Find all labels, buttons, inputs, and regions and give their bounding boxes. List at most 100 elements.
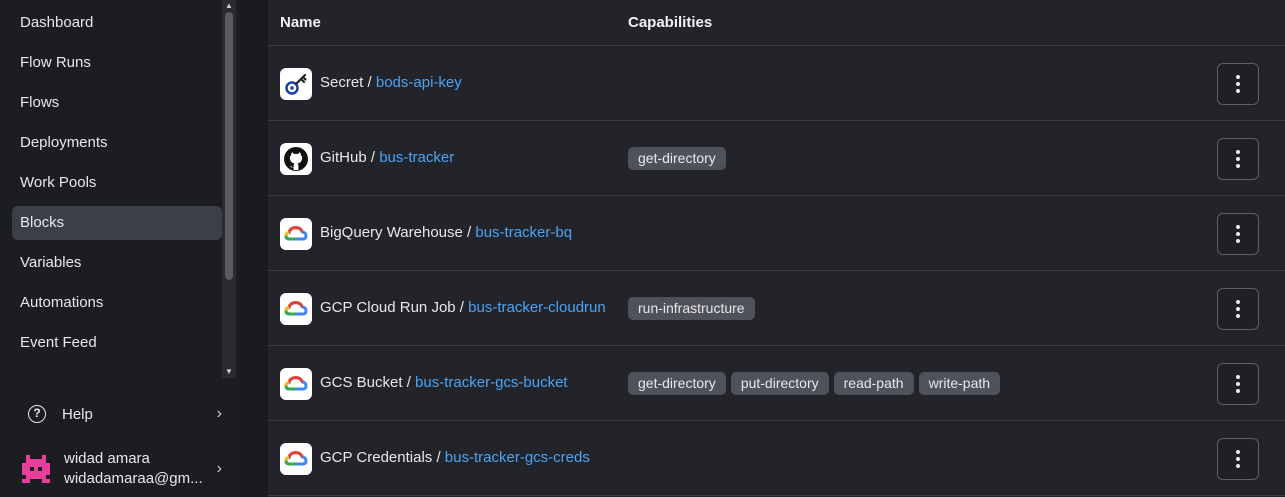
sidebar-item-automations[interactable]: Automations bbox=[12, 286, 222, 320]
google-cloud-icon bbox=[280, 443, 312, 475]
separator: / bbox=[432, 449, 445, 466]
capabilities-list: get-directory put-directory read-path write… bbox=[628, 372, 1001, 395]
chevron-right-icon: › bbox=[216, 460, 222, 477]
scroll-down-arrow-icon[interactable]: ▼ bbox=[222, 366, 236, 378]
block-name: GCP Cloud Run Job / bus-tracker-cloudrun bbox=[320, 299, 606, 316]
sidebar-nav: Dashboard Flow Runs Flows Deployments Work P… bbox=[0, 6, 222, 366]
block-link[interactable]: bus-tracker-gcs-bucket bbox=[415, 374, 568, 391]
sidebar-item-event-feed[interactable]: Event Feed bbox=[12, 326, 222, 360]
row-actions-button[interactable] bbox=[1217, 288, 1259, 330]
block-type: GCP Credentials bbox=[320, 449, 433, 466]
block-name: BigQuery Warehouse / bus-tracker-bq bbox=[320, 224, 572, 241]
kebab-dot-icon bbox=[1236, 314, 1240, 318]
block-link[interactable]: bods-api-key bbox=[376, 74, 462, 91]
kebab-dot-icon bbox=[1236, 82, 1240, 86]
github-icon bbox=[280, 143, 312, 175]
user-email: widadamaraa@gm... bbox=[64, 470, 203, 487]
sidebar-item-blocks[interactable]: Blocks bbox=[12, 206, 222, 240]
user-name: widad amara bbox=[64, 450, 150, 467]
kebab-dot-icon bbox=[1236, 150, 1240, 154]
google-cloud-icon bbox=[280, 368, 312, 400]
google-cloud-icon bbox=[280, 293, 312, 325]
capabilities-list: run-infrastructure bbox=[628, 297, 755, 320]
sidebar-item-flow-runs[interactable]: Flow Runs bbox=[12, 46, 222, 80]
table-row: GCP Cloud Run Job / bus-tracker-cloudrun… bbox=[268, 271, 1285, 346]
google-cloud-icon bbox=[280, 218, 312, 250]
block-link[interactable]: bus-tracker bbox=[379, 149, 454, 166]
sidebar: Dashboard Flow Runs Flows Deployments Work P… bbox=[0, 0, 238, 497]
help-menu-item[interactable]: ? Help › bbox=[12, 396, 230, 432]
kebab-dot-icon bbox=[1236, 457, 1240, 461]
capability-badge: read-path bbox=[833, 372, 914, 395]
capability-badge: get-directory bbox=[628, 147, 726, 170]
separator: / bbox=[366, 149, 380, 166]
kebab-dot-icon bbox=[1236, 450, 1240, 454]
table-row: Secret / bods-api-key bbox=[268, 46, 1285, 121]
separator: / bbox=[402, 374, 416, 391]
column-header-name: Name bbox=[280, 14, 321, 31]
kebab-dot-icon bbox=[1236, 307, 1240, 311]
blocks-table: Name Capabilities Secret / bods-api-key G… bbox=[268, 0, 1285, 497]
sidebar-item-deployments[interactable]: Deployments bbox=[12, 126, 222, 160]
sidebar-scrollbar[interactable]: ▲ ▼ bbox=[222, 0, 236, 378]
row-actions-button[interactable] bbox=[1217, 213, 1259, 255]
scroll-up-arrow-icon[interactable]: ▲ bbox=[222, 0, 236, 12]
sidebar-item-flows[interactable]: Flows bbox=[12, 86, 222, 120]
row-actions-button[interactable] bbox=[1217, 63, 1259, 105]
block-type: GitHub bbox=[320, 149, 367, 166]
table-row: GitHub / bus-tracker get-directory bbox=[268, 121, 1285, 196]
kebab-dot-icon bbox=[1236, 225, 1240, 229]
separator: / bbox=[363, 74, 376, 91]
row-actions-button[interactable] bbox=[1217, 138, 1259, 180]
kebab-dot-icon bbox=[1236, 382, 1240, 386]
block-link[interactable]: bus-tracker-bq bbox=[475, 224, 572, 241]
key-icon bbox=[280, 68, 312, 100]
block-link[interactable]: bus-tracker-cloudrun bbox=[468, 299, 606, 316]
block-name: GitHub / bus-tracker bbox=[320, 149, 454, 166]
kebab-dot-icon bbox=[1236, 389, 1240, 393]
row-actions-button[interactable] bbox=[1217, 363, 1259, 405]
sidebar-item-work-pools[interactable]: Work Pools bbox=[12, 166, 222, 200]
sidebar-item-dashboard[interactable]: Dashboard bbox=[12, 6, 222, 40]
separator: / bbox=[462, 224, 476, 241]
table-row: GCP Credentials / bus-tracker-gcs-creds bbox=[268, 421, 1285, 496]
capability-badge: write-path bbox=[918, 372, 1001, 395]
separator: / bbox=[455, 299, 469, 316]
block-link[interactable]: bus-tracker-gcs-creds bbox=[445, 449, 590, 466]
capability-badge: run-infrastructure bbox=[628, 297, 755, 320]
user-menu[interactable]: widad amara widadamaraa@gm... › bbox=[12, 446, 230, 492]
capabilities-list: get-directory bbox=[628, 147, 726, 170]
kebab-dot-icon bbox=[1236, 239, 1240, 243]
capability-badge: get-directory bbox=[628, 372, 726, 395]
table-body: Secret / bods-api-key GitHub / bus-tracke… bbox=[268, 46, 1285, 496]
user-info: widad amara widadamaraa@gm... bbox=[64, 449, 203, 489]
table-row: BigQuery Warehouse / bus-tracker-bq bbox=[268, 196, 1285, 271]
kebab-dot-icon bbox=[1236, 464, 1240, 468]
question-circle-icon: ? bbox=[28, 405, 46, 423]
block-type: Secret bbox=[320, 74, 364, 91]
table-row: GCS Bucket / bus-tracker-gcs-bucket get-d… bbox=[268, 346, 1285, 421]
kebab-dot-icon bbox=[1236, 164, 1240, 168]
row-actions-button[interactable] bbox=[1217, 438, 1259, 480]
kebab-dot-icon bbox=[1236, 375, 1240, 379]
chevron-right-icon: › bbox=[216, 405, 222, 422]
kebab-dot-icon bbox=[1236, 75, 1240, 79]
kebab-dot-icon bbox=[1236, 157, 1240, 161]
kebab-dot-icon bbox=[1236, 300, 1240, 304]
kebab-dot-icon bbox=[1236, 89, 1240, 93]
app: Dashboard Flow Runs Flows Deployments Work P… bbox=[0, 0, 1285, 497]
block-name: Secret / bods-api-key bbox=[320, 74, 462, 91]
kebab-dot-icon bbox=[1236, 232, 1240, 236]
scrollbar-thumb[interactable] bbox=[225, 12, 233, 280]
block-type: GCP Cloud Run Job bbox=[320, 299, 456, 316]
help-label: Help bbox=[62, 405, 93, 423]
table-header: Name Capabilities bbox=[268, 0, 1285, 46]
avatar bbox=[22, 455, 50, 483]
capability-badge: put-directory bbox=[730, 372, 829, 395]
column-header-capabilities: Capabilities bbox=[628, 14, 713, 31]
block-name: GCS Bucket / bus-tracker-gcs-bucket bbox=[320, 374, 568, 391]
block-type: GCS Bucket bbox=[320, 374, 403, 391]
block-name: GCP Credentials / bus-tracker-gcs-creds bbox=[320, 449, 590, 466]
sidebar-item-variables[interactable]: Variables bbox=[12, 246, 222, 280]
block-type: BigQuery Warehouse bbox=[320, 224, 463, 241]
